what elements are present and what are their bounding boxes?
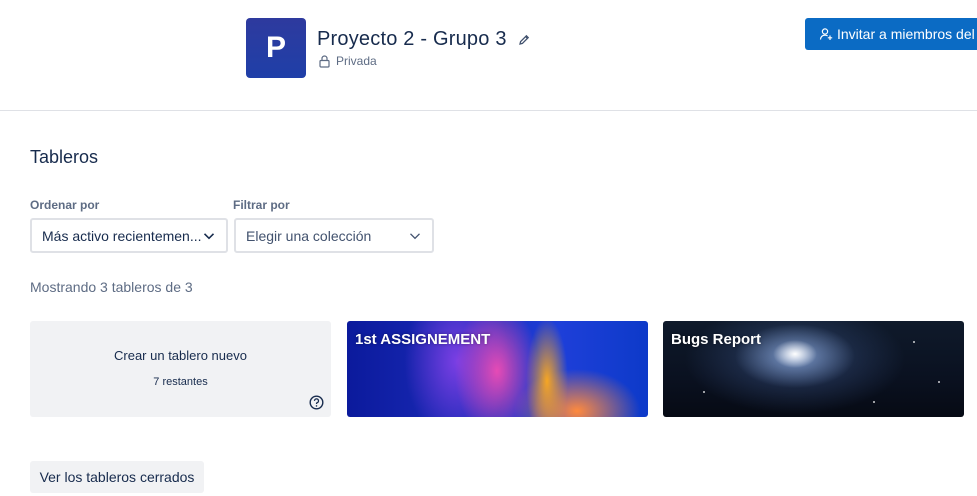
board-tile[interactable]: 1st ASSIGNEMENT <box>347 321 648 417</box>
create-board-title: Crear un tablero nuevo <box>114 348 247 363</box>
add-person-icon <box>819 27 833 41</box>
pencil-icon[interactable] <box>517 33 531 47</box>
question-circle-icon[interactable] <box>309 395 324 410</box>
star-decoration <box>913 341 915 343</box>
workspace-title: Proyecto 2 - Grupo 3 <box>317 28 507 50</box>
privacy-label: Privada <box>336 54 377 68</box>
chevron-down-icon <box>202 229 216 243</box>
workspace-privacy: Privada <box>319 54 377 68</box>
view-closed-boards-button[interactable]: Ver los tableros cerrados <box>30 461 204 493</box>
sort-select[interactable]: Más activo recientemen... <box>30 218 228 253</box>
sort-label: Ordenar por <box>30 198 100 212</box>
invite-label: Invitar a miembros del <box>837 26 975 42</box>
workspace-header: P Proyecto 2 - Grupo 3 Privada Invitar a… <box>0 0 977 111</box>
star-decoration <box>873 401 875 403</box>
star-decoration <box>938 381 940 383</box>
board-tile[interactable]: Bugs Report <box>663 321 964 417</box>
board-name: 1st ASSIGNEMENT <box>355 331 491 348</box>
workspace-title-row: Proyecto 2 - Grupo 3 <box>317 28 531 51</box>
filter-value: Elegir una colección <box>246 227 372 244</box>
board-name: Bugs Report <box>671 331 761 348</box>
boards-section-title: Tableros <box>30 147 99 167</box>
boards-count-text: Mostrando 3 tableros de 3 <box>30 279 193 295</box>
sort-value: Más activo recientemen... <box>42 227 202 244</box>
create-board-tile[interactable]: Crear un tablero nuevo 7 restantes <box>30 321 331 417</box>
filter-select[interactable]: Elegir una colección <box>234 218 434 253</box>
boards-remaining: 7 restantes <box>153 376 208 388</box>
invite-members-button[interactable]: Invitar a miembros del <box>805 18 977 50</box>
lock-icon <box>319 54 330 68</box>
chevron-down-icon <box>408 229 422 243</box>
workspace-avatar: P <box>246 18 306 78</box>
filter-label: Filtrar por <box>233 198 290 212</box>
star-decoration <box>703 391 705 393</box>
